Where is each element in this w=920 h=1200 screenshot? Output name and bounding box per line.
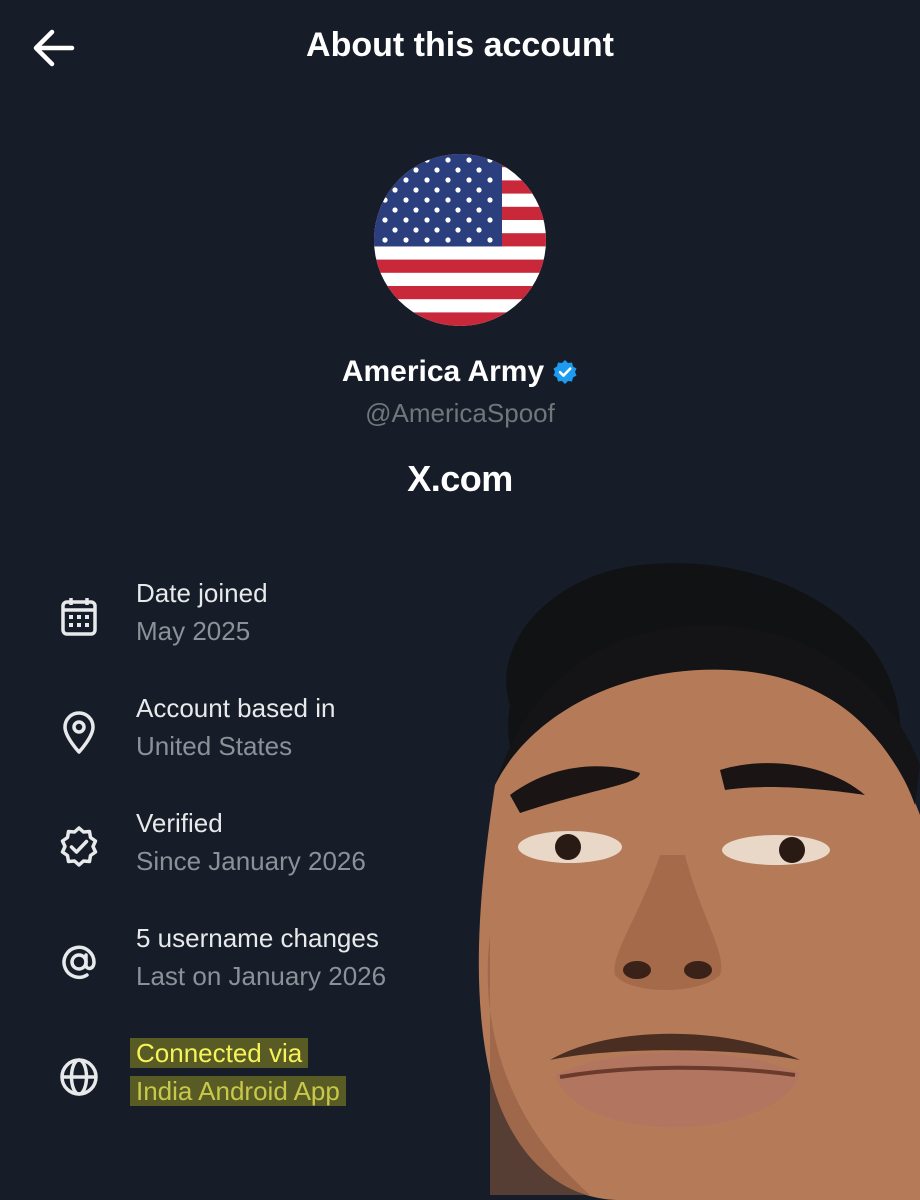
flag-star: [466, 217, 472, 223]
flag-star: [424, 237, 430, 243]
flag-star: [445, 177, 451, 183]
flag-star: [434, 167, 440, 173]
us-flag-image: [374, 154, 546, 326]
page-title: About this account: [306, 26, 614, 64]
flag-star: [392, 207, 398, 213]
location-pin-icon: [63, 711, 95, 754]
flag-star: [413, 167, 419, 173]
detail-value: United States: [136, 731, 293, 761]
detail-value: May 2025: [136, 616, 251, 646]
flag-star: [487, 197, 493, 203]
flag-star: [455, 227, 461, 233]
flag-star: [445, 237, 451, 243]
flag-star: [382, 237, 388, 243]
flag-star: [392, 167, 398, 173]
calendar-icon: [61, 598, 97, 636]
flag-star: [487, 237, 493, 243]
flag-star: [445, 157, 451, 163]
detail-label: Date joined: [136, 578, 268, 608]
flag-star: [403, 157, 409, 163]
display-name: America Army: [341, 355, 545, 388]
flag-star: [445, 217, 451, 223]
brand-text: X.com: [407, 458, 513, 499]
flag-star: [476, 167, 482, 173]
brand-row: X.com: [0, 458, 920, 500]
flag-star: [455, 207, 461, 213]
detail-label: Connected via: [130, 1038, 309, 1069]
detail-value: Since January 2026: [136, 846, 366, 876]
globe-icon: [60, 1058, 98, 1096]
flag-star: [476, 227, 482, 233]
flag-star: [424, 217, 430, 223]
flag-star: [487, 217, 493, 223]
at-sign-icon: [62, 945, 96, 980]
flag-star: [424, 177, 430, 183]
flag-star: [392, 187, 398, 193]
verified-badge-icon: [553, 360, 577, 384]
top-bar: About this account: [0, 0, 920, 100]
flag-star: [487, 177, 493, 183]
highlighted-value: India Android App: [130, 1076, 346, 1106]
overlay-face-photo: [478, 563, 920, 1200]
flag-star: [382, 217, 388, 223]
flag-star: [476, 187, 482, 193]
detail-value: Last on January 2026: [136, 961, 387, 991]
flag-star: [403, 217, 409, 223]
flag-star: [445, 197, 451, 203]
flag-star: [434, 207, 440, 213]
flag-star: [392, 227, 398, 233]
detail-label: 5 username changes: [136, 923, 379, 953]
flag-star: [382, 197, 388, 203]
name-row: America Army: [0, 355, 920, 389]
flag-star: [413, 187, 419, 193]
flag-star: [424, 157, 430, 163]
flag-star: [434, 227, 440, 233]
flag-star: [466, 157, 472, 163]
flag-star: [466, 177, 472, 183]
flag-star: [413, 227, 419, 233]
flag-star: [403, 177, 409, 183]
flag-star: [413, 207, 419, 213]
highlighted-label: Connected via: [130, 1038, 309, 1068]
avatar[interactable]: [374, 154, 546, 326]
flag-star: [455, 167, 461, 173]
detail-value: India Android App: [130, 1076, 346, 1107]
detail-label: Account based in: [136, 693, 336, 723]
flag-star: [487, 157, 493, 163]
flag-star: [466, 197, 472, 203]
flag-star: [466, 237, 472, 243]
flag-star: [403, 237, 409, 243]
verified-check-icon: [60, 826, 98, 867]
flag-star: [382, 177, 388, 183]
flag-star: [382, 157, 388, 163]
flag-star: [476, 207, 482, 213]
flag-star: [403, 197, 409, 203]
flag-star: [434, 187, 440, 193]
handle: @AmericaSpoof: [365, 398, 555, 428]
flag-star: [424, 197, 430, 203]
detail-label: Verified: [136, 808, 223, 838]
flag-star: [455, 187, 461, 193]
